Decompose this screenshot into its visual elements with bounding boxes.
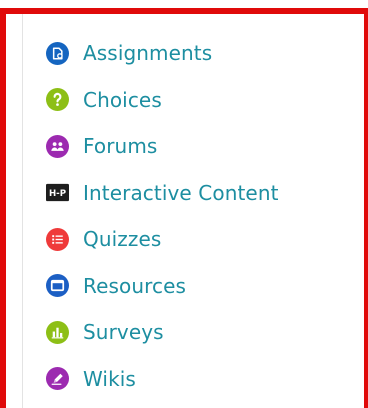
activity-item-quizzes[interactable]: Quizzes: [46, 216, 279, 263]
activity-item-surveys[interactable]: Surveys: [46, 309, 279, 356]
forum-icon: [46, 134, 69, 158]
activity-item-resources[interactable]: Resources: [46, 263, 279, 310]
activity-label: Choices: [83, 87, 162, 112]
activity-item-choices[interactable]: Choices: [46, 77, 279, 124]
wiki-icon: [46, 367, 69, 391]
question-icon: [46, 88, 69, 112]
activity-label: Resources: [83, 273, 187, 298]
activity-label: Interactive Content: [83, 180, 279, 205]
highlight-frame: Assignments Choices Forums H-P Interacti…: [0, 8, 368, 408]
quiz-icon: [46, 227, 69, 251]
activity-label: Wikis: [83, 366, 136, 391]
resource-icon: [46, 274, 69, 298]
activity-item-forums[interactable]: Forums: [46, 123, 279, 170]
h5p-icon: H-P: [46, 181, 69, 204]
activity-item-assignments[interactable]: Assignments: [46, 30, 279, 77]
activity-item-interactive-content[interactable]: H-P Interactive Content: [46, 170, 279, 217]
h5p-icon-text: H-P: [49, 189, 66, 199]
activity-label: Quizzes: [83, 227, 162, 252]
survey-icon: [46, 320, 69, 344]
activities-panel: Assignments Choices Forums H-P Interacti…: [22, 14, 364, 408]
activity-label: Forums: [83, 134, 158, 159]
activity-list: Assignments Choices Forums H-P Interacti…: [46, 30, 279, 402]
activity-label: Assignments: [83, 41, 213, 66]
assignment-icon: [46, 41, 69, 65]
activity-label: Surveys: [83, 320, 164, 345]
activity-item-wikis[interactable]: Wikis: [46, 356, 279, 403]
